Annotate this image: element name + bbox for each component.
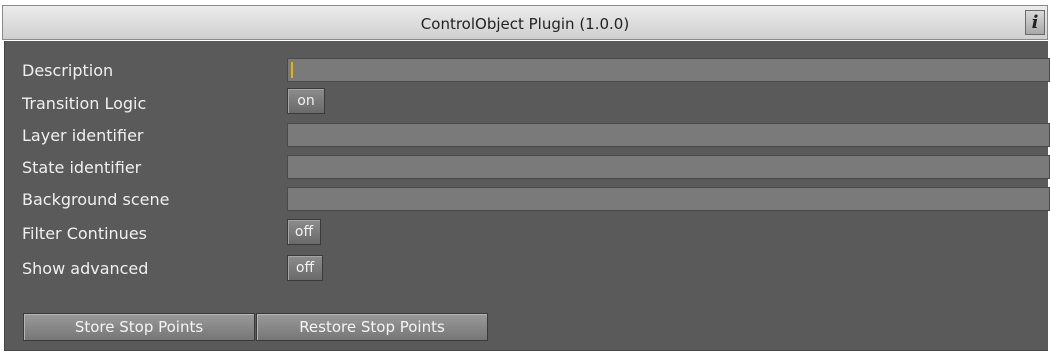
state-identifier-input[interactable] (287, 155, 1050, 179)
plugin-properties: Description Transition Logic on Layer id… (4, 41, 1050, 351)
title-bar: ControlObject Plugin (1.0.0) i (2, 5, 1048, 40)
text-caret (291, 62, 293, 78)
filter-continues-toggle[interactable]: off (287, 219, 321, 245)
plugin-panel: ControlObject Plugin (1.0.0) i Descripti… (0, 0, 1050, 354)
layer-identifier-label: Layer identifier (22, 126, 144, 145)
filter-continues-label: Filter Continues (22, 224, 147, 243)
info-icon[interactable]: i (1025, 10, 1045, 35)
layer-identifier-input[interactable] (287, 123, 1050, 147)
restore-stop-points-button[interactable]: Restore Stop Points (256, 313, 488, 341)
background-scene-label: Background scene (22, 190, 170, 209)
transition-logic-toggle[interactable]: on (287, 88, 325, 114)
state-identifier-label: State identifier (22, 158, 142, 177)
window-title: ControlObject Plugin (1.0.0) (420, 15, 630, 33)
transition-logic-label: Transition Logic (22, 94, 147, 113)
background-scene-input[interactable] (287, 187, 1050, 211)
description-label: Description (22, 61, 114, 80)
store-stop-points-button[interactable]: Store Stop Points (23, 313, 255, 341)
show-advanced-label: Show advanced (22, 259, 149, 278)
description-input[interactable] (287, 58, 1050, 82)
show-advanced-toggle[interactable]: off (287, 255, 323, 281)
